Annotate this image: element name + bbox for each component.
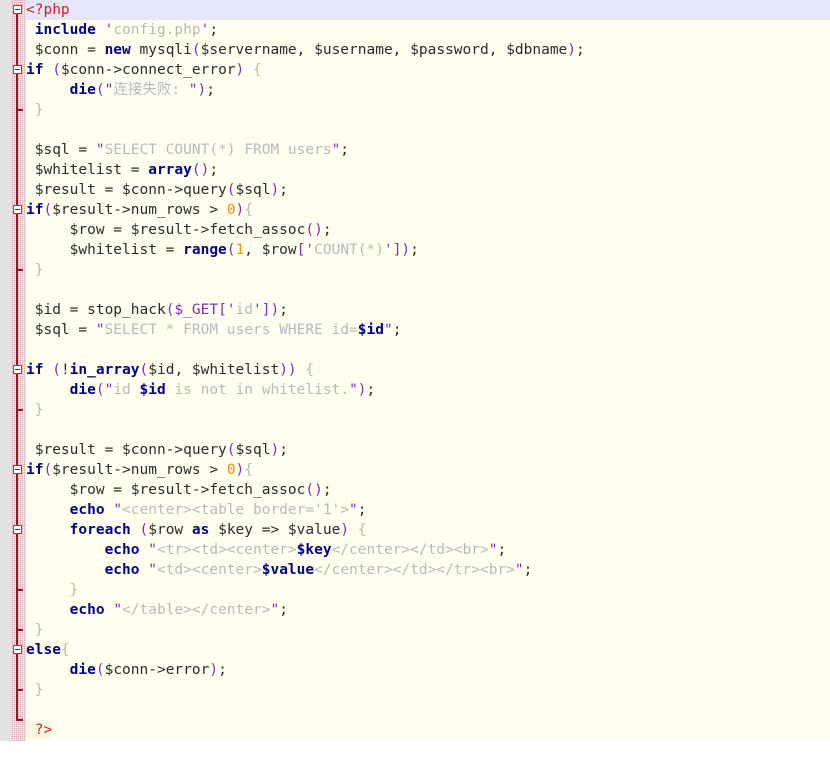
code-line[interactable]: }: [26, 400, 830, 420]
code-line[interactable]: [26, 280, 830, 300]
fold-box-php-open[interactable]: [13, 5, 22, 14]
code-line[interactable]: }: [26, 620, 830, 640]
fold-tick-if-inarray-end: [16, 409, 23, 411]
code-line[interactable]: else{: [26, 640, 830, 660]
code-line[interactable]: [26, 120, 830, 140]
code-line[interactable]: $row = $result->fetch_assoc();: [26, 480, 830, 500]
code-line[interactable]: echo "</table></center>";: [26, 600, 830, 620]
fold-tick-else-end: [16, 689, 23, 691]
fold-box-if-numrows-2[interactable]: [13, 465, 22, 474]
code-line[interactable]: $result = $conn->query($sql);: [26, 440, 830, 460]
code-line[interactable]: [26, 420, 830, 440]
php-close-tag: ?>: [26, 722, 53, 738]
code-line[interactable]: $whitelist = array();: [26, 160, 830, 180]
code-line[interactable]: $sql = "SELECT * FROM users WHERE id=$id…: [26, 320, 830, 340]
code-editor[interactable]: <?php include 'config.php'; $conn = new …: [0, 0, 830, 741]
code-line[interactable]: if($result->num_rows > 0){: [26, 200, 830, 220]
code-line[interactable]: [26, 340, 830, 360]
code-line[interactable]: $result = $conn->query($sql);: [26, 180, 830, 200]
code-line[interactable]: [26, 700, 830, 720]
page-bottom-area: [0, 741, 830, 769]
editor-margin-strip: [0, 0, 12, 741]
fold-tick-if-numrows-1-end: [16, 269, 23, 271]
fold-box-foreach[interactable]: [13, 525, 22, 534]
fold-box-else[interactable]: [13, 645, 22, 654]
php-open-tag: <?php: [26, 2, 70, 18]
code-line[interactable]: }: [26, 100, 830, 120]
code-line[interactable]: $id = stop_hack($_GET['id']);: [26, 300, 830, 320]
code-line[interactable]: die("连接失败: ");: [26, 80, 830, 100]
code-line[interactable]: }: [26, 680, 830, 700]
code-line[interactable]: die("id $id is not in whitelist.");: [26, 380, 830, 400]
fold-box-if-connect[interactable]: [13, 65, 22, 74]
code-line[interactable]: if ($conn->connect_error) {: [26, 60, 830, 80]
fold-box-if-inarray[interactable]: [13, 365, 22, 374]
fold-box-if-numrows-1[interactable]: [13, 205, 22, 214]
code-line[interactable]: include 'config.php';: [26, 20, 830, 40]
code-line[interactable]: if($result->num_rows > 0){: [26, 460, 830, 480]
code-line[interactable]: <?php: [26, 0, 830, 20]
code-line[interactable]: echo "<tr><td><center>$key</center></td>…: [26, 540, 830, 560]
fold-tick-foreach-end: [16, 589, 23, 591]
code-line[interactable]: }: [26, 260, 830, 280]
code-content[interactable]: <?php include 'config.php'; $conn = new …: [26, 0, 830, 741]
code-line[interactable]: $whitelist = range(1, $row['COUNT(*)']);: [26, 240, 830, 260]
code-line[interactable]: $sql = "SELECT COUNT(*) FROM users";: [26, 140, 830, 160]
code-line[interactable]: die($conn->error);: [26, 660, 830, 680]
code-line[interactable]: ?>: [26, 720, 830, 740]
code-line[interactable]: }: [26, 580, 830, 600]
code-line[interactable]: $conn = new mysqli($servername, $usernam…: [26, 40, 830, 60]
code-line[interactable]: echo "<center><table border='1'>";: [26, 500, 830, 520]
code-line[interactable]: if (!in_array($id, $whitelist)) {: [26, 360, 830, 380]
fold-tick-if-connect-end: [16, 109, 23, 111]
code-line[interactable]: $row = $result->fetch_assoc();: [26, 220, 830, 240]
code-line[interactable]: foreach ($row as $key => $value) {: [26, 520, 830, 540]
code-line[interactable]: echo "<td><center>$value</center></td></…: [26, 560, 830, 580]
fold-tick-if-numrows-2-end: [16, 629, 23, 631]
fold-tick-php-end: [16, 719, 23, 721]
